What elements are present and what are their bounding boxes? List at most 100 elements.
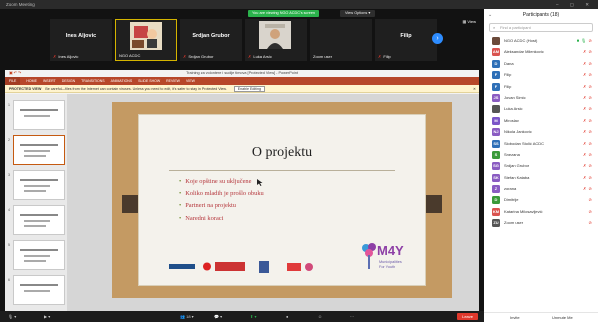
mic-muted-icon: ✗ bbox=[582, 186, 587, 192]
find-participant-input[interactable]: ⌕ Find a participant bbox=[489, 23, 593, 32]
participant-row[interactable]: NGO ACDC (Host) ■ 🎙 ⊘ bbox=[484, 35, 598, 46]
tab-design[interactable]: DESIGN bbox=[62, 79, 75, 83]
next-page-icon[interactable]: › bbox=[432, 33, 443, 44]
slide-thumbnail[interactable]: 4 bbox=[8, 205, 65, 235]
participant-row[interactable]: KM Katarina Milosavljević ⊘ bbox=[484, 206, 598, 217]
record-icon[interactable]: ● bbox=[286, 313, 288, 320]
participants-icon[interactable]: 👥 18 ▾ bbox=[180, 313, 194, 320]
close-icon[interactable]: ✕ bbox=[473, 85, 476, 93]
slide-thumbnail[interactable]: 5 bbox=[8, 240, 65, 270]
reactions-icon[interactable]: ☺ bbox=[318, 313, 322, 320]
participant-row[interactable]: M Miroslav ✗ ⊘ bbox=[484, 115, 598, 126]
participant-video bbox=[259, 21, 291, 49]
unmute-me-button[interactable]: Unmute Me bbox=[552, 313, 573, 322]
participant-status-icons: ✗ ⊘ bbox=[583, 58, 592, 69]
protected-view-label: PROTECTED VIEW bbox=[9, 87, 42, 91]
participant-row[interactable]: Luka Arsic ✗ ⊘ bbox=[484, 103, 598, 114]
participant-name: Nikola Jankovic bbox=[504, 129, 532, 135]
avatar: SG bbox=[492, 162, 500, 171]
participants-header: ⌄ Participants (18) bbox=[484, 9, 598, 21]
participant-row[interactable]: SG Srdjan Grubor ✗ ⊘ bbox=[484, 160, 598, 171]
participant-status-icons: ⊘ bbox=[588, 194, 592, 205]
title-bar: Zoom Meeting – ▢ ✕ bbox=[0, 0, 598, 9]
video-tile[interactable]: Zoom user bbox=[310, 19, 372, 61]
tab-view[interactable]: VIEW bbox=[186, 79, 195, 83]
window-controls[interactable]: – ▢ ✕ bbox=[556, 0, 594, 9]
participant-row[interactable]: NJ Nikola Jankovic ✗ ⊘ bbox=[484, 126, 598, 137]
avatar bbox=[492, 37, 500, 45]
participant-row[interactable]: S Snezana ✗ ⊘ bbox=[484, 149, 598, 160]
participant-name: Stefan Kataba bbox=[504, 174, 530, 180]
avatar: AM bbox=[492, 48, 500, 57]
participant-row[interactable]: D Dana ✗ ⊘ bbox=[484, 58, 598, 69]
participant-row[interactable]: F Filip ✗ ⊘ bbox=[484, 81, 598, 92]
avatar: M bbox=[492, 116, 500, 125]
powerpoint-window: ▣ ↶ ↷ Training za volontere i sudije tim… bbox=[5, 70, 479, 313]
video-tile[interactable]: Srdjan Grubor ✗ Srdjan Grubor bbox=[180, 19, 242, 61]
quick-access-icons[interactable]: ▣ ↶ ↷ bbox=[9, 70, 21, 77]
search-placeholder: Find a participant bbox=[500, 25, 531, 30]
tile-name: Ines Aljovic bbox=[65, 33, 97, 39]
participant-name: Dana bbox=[504, 60, 514, 66]
participant-status-icons: ✗ ⊘ bbox=[583, 149, 592, 160]
camera-off-icon: ⊘ bbox=[588, 38, 592, 43]
camera-off-icon: ⊘ bbox=[588, 163, 592, 169]
thumb-number: 1 bbox=[8, 103, 10, 107]
video-icon[interactable]: ▶ ▾ bbox=[44, 313, 50, 320]
video-tile[interactable]: ✗ Luka Arsic bbox=[245, 19, 307, 61]
tile-name: Filip bbox=[400, 33, 412, 39]
view-options-button[interactable]: View Options ▾ bbox=[340, 9, 376, 17]
tab-animations[interactable]: ANIMATIONS bbox=[111, 79, 133, 83]
participant-row[interactable]: SK Stefan Kataba ✗ ⊘ bbox=[484, 172, 598, 183]
tab-transitions[interactable]: TRANSITIONS bbox=[81, 79, 105, 83]
participant-row[interactable]: JS Jovan Simic ✗ ⊘ bbox=[484, 92, 598, 103]
tree-logo-icon bbox=[362, 243, 376, 269]
view-button[interactable]: ▦ View bbox=[463, 19, 477, 24]
share-screen-icon[interactable]: ⬆ ▾ bbox=[250, 313, 256, 320]
chat-icon[interactable]: 💬 ▾ bbox=[214, 313, 222, 320]
cursor-icon bbox=[257, 179, 263, 186]
apps-icon[interactable]: ⋯ bbox=[350, 313, 354, 320]
participant-name: Aleksandar Milenkovic bbox=[504, 49, 544, 55]
participants-panel: ⌄ Participants (18) ⌕ Find a participant… bbox=[484, 9, 598, 322]
participant-name: Filip bbox=[504, 72, 512, 78]
camera-off-icon: ⊘ bbox=[588, 174, 592, 180]
participant-row[interactable]: F Filip ✗ ⊘ bbox=[484, 69, 598, 80]
participant-row[interactable]: Zzorana ✗ ⊘ bbox=[484, 183, 598, 194]
video-tile[interactable]: Ines Aljovic ✗ Ines Aljovic bbox=[50, 19, 112, 61]
mic-muted-icon: ✗ bbox=[183, 54, 187, 59]
ribbon-tabs: FILE HOME INSERT DESIGN TRANSITIONS ANIM… bbox=[5, 77, 479, 85]
video-tile-active[interactable]: NGO ACDC bbox=[115, 19, 177, 61]
tab-file[interactable]: FILE bbox=[5, 77, 21, 85]
search-icon: ⌕ bbox=[493, 25, 496, 30]
slide-thumbnail[interactable]: 6 bbox=[8, 275, 65, 305]
tab-insert[interactable]: INSERT bbox=[43, 79, 56, 83]
participant-status-icons: ✗ ⊘ bbox=[583, 126, 592, 137]
participant-row[interactable]: SS Slobodan Stolić ACDC ✗ ⊘ bbox=[484, 138, 598, 149]
tab-slide-show[interactable]: SLIDE SHOW bbox=[138, 79, 160, 83]
tile-label: Zoom user bbox=[313, 54, 333, 59]
video-tile[interactable]: Filip ✗ Filip bbox=[375, 19, 437, 61]
tab-review[interactable]: REVIEW bbox=[166, 79, 180, 83]
protected-view-message: Be careful—files from the Internet can c… bbox=[45, 87, 227, 91]
avatar bbox=[492, 105, 500, 114]
participant-row[interactable]: D Dimitrije ⊘ bbox=[484, 194, 598, 205]
participant-row[interactable]: AM Aleksandar Milenkovic ✗ ⊘ bbox=[484, 46, 598, 57]
tab-home[interactable]: HOME bbox=[26, 79, 37, 83]
slide-thumbnail-selected[interactable]: 2 bbox=[8, 135, 65, 165]
avatar: NJ bbox=[492, 128, 500, 137]
participant-status-icons: ✗ ⊘ bbox=[583, 172, 592, 183]
camera-off-icon: ⊘ bbox=[588, 72, 592, 78]
slide-thumbnail[interactable]: 3 bbox=[8, 170, 65, 200]
tile-label: NGO ACDC bbox=[119, 53, 141, 58]
invite-button[interactable]: Invite bbox=[510, 313, 520, 322]
leave-button[interactable]: Leave bbox=[457, 313, 478, 320]
mic-icon[interactable]: 🎙 ▾ bbox=[8, 313, 16, 320]
participant-row[interactable]: ZU Zoom user ⊘ bbox=[484, 217, 598, 228]
avatar: SS bbox=[492, 139, 500, 148]
slide-thumbnail[interactable]: 1 bbox=[8, 100, 65, 130]
participant-status-icons: ✗ ⊘ bbox=[583, 138, 592, 149]
mic-muted-icon: ✗ bbox=[378, 54, 382, 59]
enable-editing-button[interactable]: Enable Editing bbox=[233, 86, 265, 92]
chevron-down-icon[interactable]: ⌄ bbox=[488, 9, 492, 21]
